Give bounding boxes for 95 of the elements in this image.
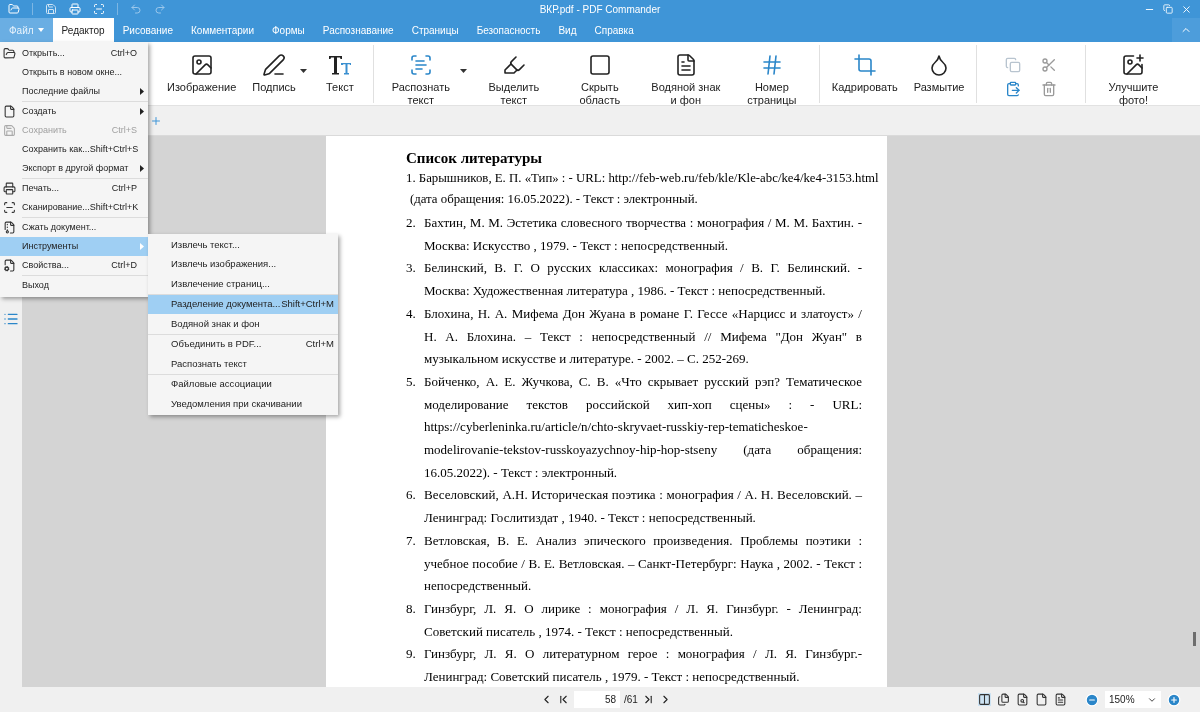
text-tool-icon — [327, 53, 352, 77]
folder-icon — [3, 47, 16, 60]
list-number: 8. — [406, 599, 417, 618]
delete-icon[interactable] — [1041, 81, 1058, 97]
reference-entry: Гинзбург, Л. Я. О лирике : монография / Л. Я. Гинзбург. - Ленинград: Советский писатель , 1974. - Текст : непосредственный. — [424, 599, 862, 641]
ribbon-button[interactable]: Изображение — [159, 45, 245, 94]
page-heading: Список литературы — [406, 149, 543, 168]
ribbon-button[interactable]: Размытие — [905, 45, 973, 94]
submenu-arrow-icon — [140, 243, 144, 250]
picture-icon — [1121, 53, 1146, 77]
menu-item[interactable]: Свойства... Ctrl+D — [0, 256, 148, 275]
ribbon-button[interactable]: Номер страницы — [728, 45, 815, 107]
menu-item[interactable]: Сканирование...Shift+Ctrl+K — [0, 198, 148, 217]
zoom-out-icon[interactable] — [1085, 692, 1099, 707]
archive-icon — [3, 221, 16, 234]
dropdown-caret-icon — [299, 69, 307, 73]
menu-item[interactable]: Печать... Ctrl+P — [0, 179, 148, 198]
menu-item[interactable]: Открыть в новом окне... — [0, 63, 148, 82]
submenu-arrow-icon — [140, 108, 144, 115]
page-icon[interactable] — [1035, 693, 1048, 706]
ribbon-button[interactable]: Выделить текст — [470, 45, 557, 107]
menu-item[interactable]: Последние файлы — [0, 82, 148, 101]
menu-item[interactable]: Разделение документа...Shift+Ctrl+M — [148, 294, 338, 314]
square-icon — [587, 53, 612, 77]
ribbon-button[interactable]: Распознать текст — [377, 45, 464, 107]
list-number: 7. — [406, 531, 417, 550]
menu-item[interactable]: Сжать документ... — [0, 218, 148, 237]
submenu-arrow-icon — [140, 165, 144, 172]
ribbon-button[interactable]: Кадрировать — [823, 45, 906, 94]
list-number: 2. — [406, 214, 417, 232]
scan-text-icon — [408, 53, 433, 77]
menu-item[interactable]: Файловые ассоциации — [148, 374, 338, 394]
scanner-icon — [3, 201, 16, 214]
reference-entry: Веселовский, А.Н. Историческая поэтика : монография / А. Н. Веселовский. – Ленинград: Гослитиздат , 1940. - Текст : непосредственный. — [424, 486, 862, 528]
open-icon[interactable] — [8, 3, 20, 15]
list-number: 4. — [406, 304, 417, 323]
menu-tab[interactable]: Редактор — [52, 18, 114, 42]
menu-item[interactable]: Извлечение страниц... — [148, 274, 338, 294]
menu-item[interactable]: Уведомления при скачивании — [148, 394, 338, 414]
menu-item[interactable]: Извлечь изображения... — [148, 254, 338, 274]
add-tab-icon[interactable] — [150, 114, 162, 127]
pen-icon — [262, 53, 287, 77]
reference-entry: Гинзбург, Л. Я. О литературном герое : монография / Л. Я. Гинзбург.- Ленинград: Советский писатель , 1979. - Текст : непосредственный. — [424, 645, 862, 687]
first-page-icon[interactable] — [557, 693, 570, 706]
printer-icon — [3, 182, 16, 195]
ribbon-button[interactable]: Водяной знак и фон — [642, 45, 729, 107]
menu-item[interactable]: Сохранить как...Shift+Ctrl+S — [0, 140, 148, 159]
ribbon-button[interactable]: Улучшите фото! — [1090, 45, 1177, 107]
page-total: /61 — [624, 693, 638, 707]
ribbon-button[interactable]: Скрыть область — [556, 45, 643, 107]
menu-item[interactable]: Создать — [0, 102, 148, 121]
submenu-arrow-icon — [140, 88, 144, 95]
scan-icon[interactable] — [93, 3, 105, 15]
menu-item[interactable]: Инструменты — [0, 237, 148, 256]
list-number: 3. — [406, 259, 417, 278]
dropdown-caret-icon — [459, 69, 467, 73]
menu-item[interactable]: Объединить в PDF... Ctrl+M — [148, 334, 338, 354]
list-number: 6. — [406, 486, 417, 505]
window-title: ВКР.pdf - PDF Commander — [539, 2, 661, 17]
paste-icon[interactable] — [1005, 81, 1022, 97]
crop-icon — [852, 53, 877, 77]
undo-icon[interactable] — [130, 3, 142, 15]
caret-icon — [37, 28, 44, 32]
reference-entry: 1. Барышников, Е. П. «Тип» : - URL: http://feb-web.ru/feb/kle/Kle-abc/ke4/ke4-3153.html (дата обращения: 16.05.2022). - Текст : электронный. — [406, 170, 880, 208]
list-icon[interactable] — [3, 311, 19, 327]
redo-icon[interactable] — [154, 3, 166, 15]
menu-item[interactable]: Распознать текст — [148, 354, 338, 374]
restore-icon[interactable] — [1163, 4, 1173, 14]
highlighter-icon — [501, 53, 526, 77]
page-number-field[interactable]: 58 — [574, 691, 620, 708]
zoom-in-icon[interactable] — [1167, 692, 1181, 707]
menu-item[interactable]: Водяной знак и фон — [148, 314, 338, 334]
list-number: 9. — [406, 645, 417, 664]
ribbon-button[interactable]: Подпись — [244, 45, 304, 94]
page-icon — [3, 105, 16, 118]
menu-item[interactable]: Выход — [0, 276, 148, 295]
reference-entry: Бахтин, М. М. Эстетика словесного творчества : монография / М. М. Бахтин. - Москва: Искусство , 1979. - Текст : непосредственный. — [424, 214, 862, 255]
list-number: 5. — [406, 372, 417, 391]
save-icon[interactable] — [45, 3, 57, 15]
reference-entry: Ветловская, В. Е. Анализ эпического произведения. Проблемы поэтики : учебное пособие / В. Е. Ветловская. – Санкт-Петербург: Наука , 2002. - Текст : непосредственный. — [424, 531, 862, 596]
cut-icon[interactable] — [1041, 57, 1058, 73]
menu-item[interactable]: Открыть... Ctrl+O — [0, 44, 148, 63]
menu-item[interactable]: Экспорт в другой формат — [0, 159, 148, 178]
properties-icon — [3, 259, 16, 272]
scrollbar-thumb[interactable] — [1193, 632, 1196, 646]
image-icon — [189, 53, 214, 77]
print-icon[interactable] — [69, 3, 81, 15]
copy-icon[interactable] — [1005, 57, 1022, 73]
zoom-dropdown[interactable]: 150% — [1105, 691, 1161, 708]
reference-entry: Блохина, Н. А. Мифема Дон Жуана в романе Г. Гессе «Нарцисс и златоуст» / Н. А. Блохина. – Текст : непосредственный // Мифема "Дон Жуан" в музыкальном искусстве и литературе. - 2002. – С. 252-269. — [424, 304, 862, 369]
ribbon-button[interactable]: Текст — [310, 45, 369, 94]
reference-entry: Белинский, В. Г. О русских классиках: монография / В. Г. Белинский. - Москва: Художественная литература , 1986. - Текст : непосредственный. — [424, 259, 862, 301]
reference-entry: Бойченко, А. Е. Жучкова, С. В. «Что скрывает русский рэп? Тематическое моделирование текстов российской хип-хоп сцены» : - URL: https://cyberleninka.ru/article/n/chto-skryvaet-russkiy-rep-tematicheskoe-modelirovanie-tekstov-russkoyazychnoy-hip-hop-stseny (дата обращения: 16.05.2022). - Текст : электронный. — [424, 372, 862, 482]
close-icon[interactable] — [1181, 3, 1192, 15]
menu-item[interactable]: Извлечь текст... — [148, 235, 338, 255]
